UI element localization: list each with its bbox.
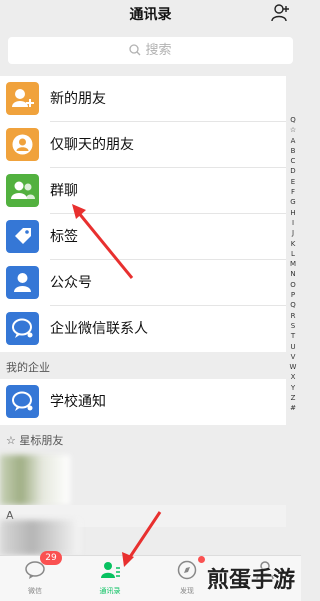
arrow-to-contacts-tab [126, 511, 162, 561]
arrow-head-group-chats [72, 204, 86, 219]
watermark: 煎蛋手游 [206, 568, 295, 593]
annotation-arrows [72, 204, 162, 567]
arrow-to-group-chats [76, 211, 134, 279]
